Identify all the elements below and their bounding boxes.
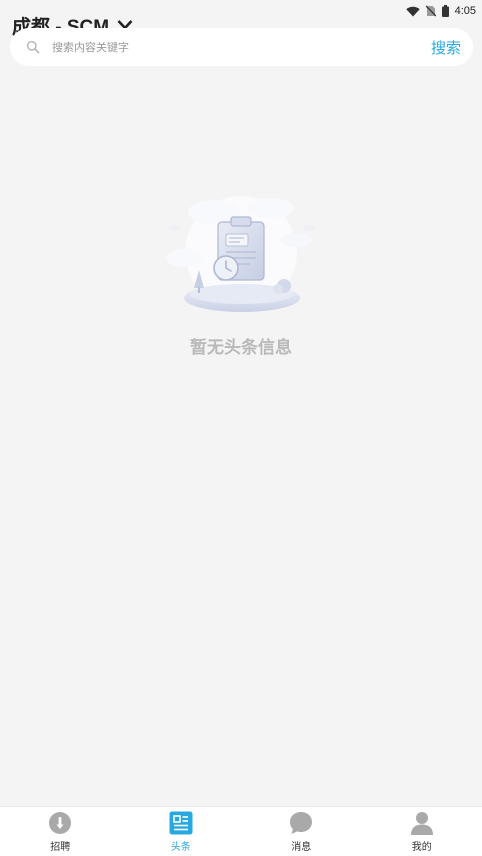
nav-item-headlines[interactable]: 头条: [121, 807, 242, 856]
recruit-icon: [49, 811, 72, 834]
profile-icon: [410, 811, 433, 835]
nav-item-profile[interactable]: 我的: [362, 807, 482, 856]
no-sim-icon: [425, 5, 436, 17]
nav-label-recruit: 招聘: [50, 841, 71, 853]
empty-illustration: [166, 196, 315, 312]
nav-label-profile: 我的: [411, 841, 432, 853]
empty-message: 暂无头条信息: [190, 338, 292, 358]
nav-item-recruit[interactable]: 招聘: [0, 807, 121, 856]
search-button[interactable]: 搜索: [431, 37, 461, 58]
empty-state: 暂无头条信息: [0, 190, 482, 358]
search-input[interactable]: [52, 40, 431, 54]
search-bar: 搜索: [10, 28, 473, 66]
nav-item-messages[interactable]: 消息: [241, 807, 362, 856]
wifi-icon: [405, 6, 420, 16]
battery-icon: [441, 5, 449, 17]
search-icon: [26, 40, 40, 54]
headlines-icon: [169, 811, 193, 834]
bottom-nav: 招聘 头条 消息 我的: [0, 806, 482, 856]
nav-label-messages: 消息: [291, 841, 312, 853]
message-icon: [290, 811, 313, 834]
status-time: 4:05: [454, 5, 476, 17]
nav-label-headlines: 头条: [170, 841, 191, 853]
